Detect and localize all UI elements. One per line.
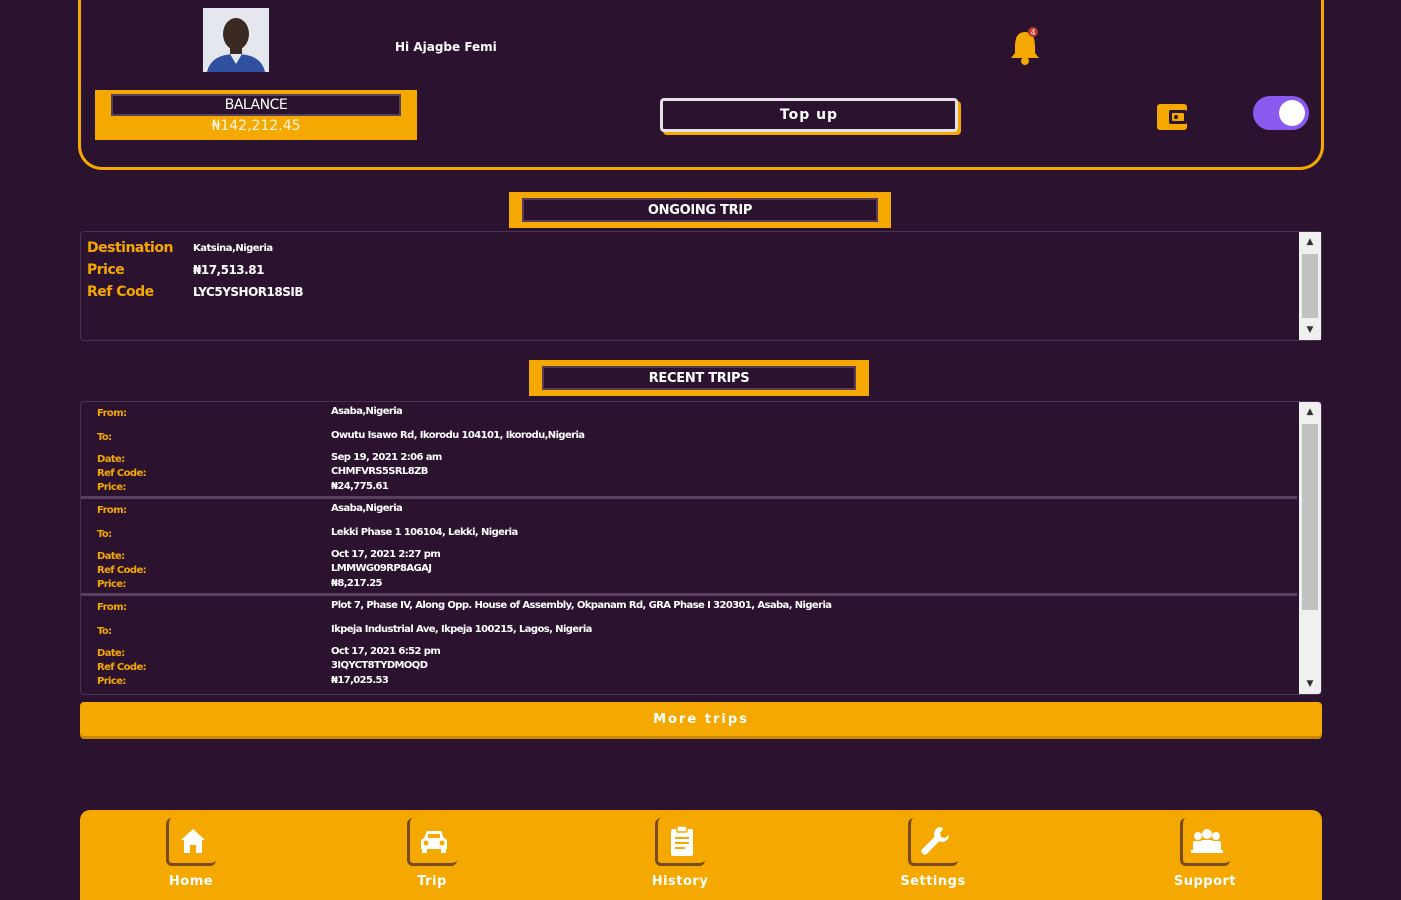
ref-label: Ref Code [87, 284, 154, 300]
trip-ref-label: Ref Code: [97, 468, 147, 479]
nav-label-support: Support [1173, 874, 1237, 889]
nav-label-trip: Trip [417, 874, 447, 889]
trip-ref-value: 3IQYCT8TYDMOQD [331, 660, 428, 671]
balance-value: ₦142,212.45 [211, 118, 301, 134]
trip-price-label: Price: [97, 579, 126, 590]
ongoing-trip-panel: Destination Katsina,Nigeria Price ₦17,51… [80, 231, 1322, 341]
header-card: Hi Ajagbe Femi 4 BALANCE ₦142,212.45 Top… [78, 0, 1324, 170]
avatar[interactable] [203, 8, 269, 72]
car-icon [407, 818, 457, 866]
balance-label: BALANCE [224, 97, 288, 113]
trip-date-label: Date: [97, 551, 125, 562]
trip-date-value: Sep 19, 2021 2:06 am [331, 452, 442, 463]
trip-date-value: Oct 17, 2021 2:27 pm [331, 549, 441, 560]
destination-label: Destination [87, 240, 173, 256]
nav-label-history: History [651, 874, 709, 889]
trip-date-label: Date: [97, 648, 125, 659]
trip-from-label: From: [97, 505, 127, 516]
more-trips-button[interactable]: More trips [80, 702, 1322, 736]
nav-label-settings: Settings [900, 874, 966, 889]
wallet-icon[interactable] [1155, 100, 1189, 132]
recent-trips-title: RECENT TRIPS [542, 366, 856, 390]
balance-label-wrap: BALANCE [111, 94, 401, 116]
topup-button[interactable]: Top up [660, 98, 958, 132]
trip-list-item[interactable]: From: Asaba,Nigeria To: Owutu Isawo Rd, … [81, 402, 1297, 499]
destination-value: Katsina,Nigeria [193, 242, 273, 254]
scroll-down-icon[interactable]: ▼ [1299, 674, 1321, 694]
notification-badge: 4 [1030, 28, 1035, 37]
trip-to-label: To: [97, 529, 112, 540]
nav-item-home[interactable]: Home [141, 818, 241, 889]
nav-item-trip[interactable]: Trip [382, 818, 482, 889]
bell-icon[interactable]: 4 [1007, 26, 1043, 66]
scroll-thumb[interactable] [1302, 424, 1318, 610]
trip-date-label: Date: [97, 454, 125, 465]
trip-from-value: Asaba,Nigeria [331, 406, 403, 417]
scroll-down-icon[interactable]: ▼ [1299, 320, 1321, 340]
trip-price-value: ₦17,025.53 [331, 675, 389, 686]
bottom-nav: Home Trip History Settings Support [80, 810, 1322, 900]
scroll-up-icon[interactable]: ▲ [1299, 402, 1321, 422]
scroll-thumb[interactable] [1302, 254, 1318, 318]
people-icon [1180, 818, 1230, 866]
balance-box: BALANCE ₦142,212.45 [95, 90, 417, 140]
wrench-icon [908, 818, 958, 866]
scroll-up-icon[interactable]: ▲ [1299, 232, 1321, 252]
recent-trips-panel: From: Asaba,Nigeria To: Owutu Isawo Rd, … [80, 401, 1322, 695]
price-value: ₦17,513.81 [193, 263, 264, 277]
greeting-text: Hi Ajagbe Femi [395, 40, 497, 54]
trip-to-label: To: [97, 432, 112, 443]
trip-price-value: ₦24,775.61 [331, 481, 389, 492]
trip-ref-value: LMMWG09RP8AGAJ [331, 563, 432, 574]
nav-item-history[interactable]: History [630, 818, 730, 889]
trip-to-value: Ikpeja Industrial Ave, Ikpeja 100215, La… [331, 624, 592, 635]
toggle-knob [1279, 100, 1305, 126]
ongoing-trip-header: ONGOING TRIP [509, 192, 891, 228]
nav-item-settings[interactable]: Settings [883, 818, 983, 889]
recent-scrollbar[interactable]: ▲ ▼ [1299, 402, 1321, 694]
home-icon [166, 818, 216, 866]
trip-to-label: To: [97, 626, 112, 637]
ongoing-scrollbar[interactable]: ▲ ▼ [1299, 232, 1321, 340]
ref-row: Ref Code LYC5YSHOR18SIB [87, 284, 303, 300]
trip-to-value: Owutu Isawo Rd, Ikorodu 104101, Ikorodu,… [331, 430, 585, 441]
trip-from-value: Plot 7, Phase IV, Along Opp. House of As… [331, 600, 832, 611]
trip-from-label: From: [97, 408, 127, 419]
nav-label-home: Home [168, 874, 214, 889]
clipboard-icon [655, 818, 705, 866]
trip-from-value: Asaba,Nigeria [331, 503, 403, 514]
destination-row: Destination Katsina,Nigeria [87, 240, 273, 256]
recent-trips-header: RECENT TRIPS [529, 360, 869, 396]
price-row: Price ₦17,513.81 [87, 262, 264, 278]
trip-date-value: Oct 17, 2021 6:52 pm [331, 646, 441, 657]
nav-item-support[interactable]: Support [1155, 818, 1255, 889]
trip-list-item[interactable]: From: Plot 7, Phase IV, Along Opp. House… [81, 596, 1297, 693]
price-label: Price [87, 262, 125, 278]
trip-ref-value: CHMFVRS5SRL8ZB [331, 466, 428, 477]
trip-price-label: Price: [97, 676, 126, 687]
trip-ref-label: Ref Code: [97, 662, 147, 673]
trip-list-item[interactable]: From: Asaba,Nigeria To: Lekki Phase 1 10… [81, 499, 1297, 596]
trip-price-value: ₦8,217.25 [331, 578, 383, 589]
theme-toggle[interactable] [1253, 96, 1309, 130]
trip-to-value: Lekki Phase 1 106104, Lekki, Nigeria [331, 527, 518, 538]
ref-value: LYC5YSHOR18SIB [193, 285, 303, 299]
trip-from-label: From: [97, 602, 127, 613]
trip-ref-label: Ref Code: [97, 565, 147, 576]
trip-price-label: Price: [97, 482, 126, 493]
ongoing-trip-title: ONGOING TRIP [522, 198, 878, 222]
